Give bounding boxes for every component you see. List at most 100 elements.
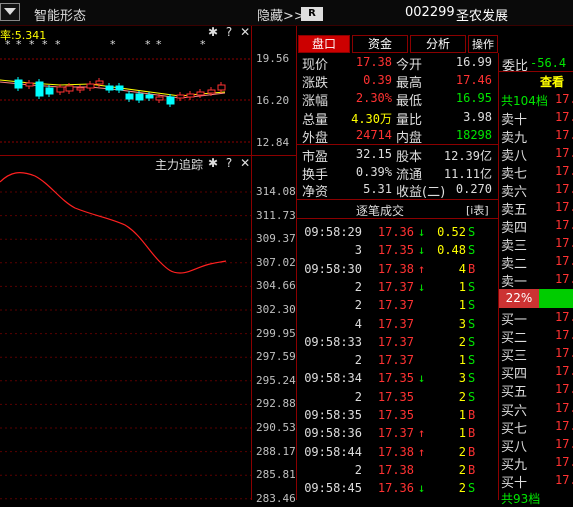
trade-row: 09:58:45 17.36 ↓ 2 S [300, 481, 496, 499]
trade-volume: 2 [458, 462, 466, 477]
trade-price: 17.35 [377, 243, 414, 258]
candle [45, 87, 54, 95]
trade-time: 2 [354, 389, 362, 404]
quote-value: 17.38 [355, 55, 392, 69]
panel-divider [296, 26, 297, 500]
view-button[interactable]: 查看 [540, 73, 564, 90]
sell-level-price: 17.3 [555, 272, 573, 286]
trade-row: 09:58:44 17.38 ↑ 2 B [300, 445, 496, 463]
trade-time: 09:58:36 [304, 426, 362, 441]
trade-arrow-icon: ↑ [418, 444, 426, 459]
trade-row: 09:58:29 17.36 ↓ 0.52 S [300, 225, 496, 243]
trade-time: 2 [354, 279, 362, 294]
sell-level-label: 卖五 [501, 203, 528, 218]
trade-volume: 0.48 [437, 243, 466, 258]
gear-icon[interactable]: ✱ [208, 25, 218, 39]
trade-volume: 2 [458, 334, 466, 349]
trade-price: 17.38 [377, 261, 414, 276]
sell-level-label: 卖三 [501, 239, 528, 254]
trade-row: 2 17.37 1 S [300, 298, 496, 316]
trade-volume: 3 [458, 371, 466, 386]
trade-arrow-icon: ↓ [418, 481, 426, 496]
buy-level-price: 17.3 [555, 436, 573, 451]
buy-level-label: 买一 [501, 313, 528, 328]
hide-button[interactable]: 隐藏>> [257, 5, 305, 24]
trade-volume: 2 [458, 389, 466, 404]
gear-icon[interactable]: ✱ [208, 156, 218, 170]
candles [14, 77, 226, 107]
candle [25, 82, 34, 87]
tab-caozuo[interactable]: 操作 [468, 35, 498, 53]
buy-level-price: 17.3 [555, 400, 573, 415]
lower-axis-label: 292.88 [256, 397, 296, 411]
sell-total-price: 17.4 [555, 92, 573, 106]
lower-axis-label: 309.37 [256, 232, 296, 246]
trades-title: 逐笔成交 [356, 204, 405, 218]
trade-side: S [468, 353, 476, 368]
lower-axis-label: 290.53 [256, 421, 296, 434]
help-icon[interactable]: ? [226, 25, 232, 39]
lower-axis-label: 304.66 [256, 279, 296, 293]
sell-level-price: 17.4 [555, 110, 573, 124]
tab-pankou[interactable]: 盘口 [298, 35, 350, 53]
trade-time: 2 [354, 353, 362, 368]
lower-axis-label: 307.02 [256, 255, 296, 269]
trade-price: 17.37 [377, 279, 414, 294]
buy-level-price: 17.3 [555, 454, 573, 469]
help-icon[interactable]: ? [226, 156, 232, 170]
ratio-value: -56.4 [530, 56, 567, 70]
buy-level-label: 买五 [501, 385, 528, 401]
dropdown-button[interactable] [0, 3, 20, 21]
trade-time: 2 [354, 462, 362, 477]
candle [207, 89, 216, 94]
tab-zijin[interactable]: 资金 [352, 35, 408, 53]
trade-volume: 1 [458, 408, 466, 422]
close-icon[interactable]: ✕ [240, 156, 250, 170]
trade-price: 17.36 [377, 225, 414, 239]
sell-total: 共104档 [501, 94, 548, 108]
trade-time: 09:58:33 [304, 334, 362, 349]
quote-value: 4.30万 [351, 111, 392, 126]
trade-volume: 1 [458, 426, 466, 441]
candle [65, 85, 74, 92]
sell-level-price: 17.3 [555, 254, 573, 268]
trade-row: 09:58:33 17.37 2 S [300, 335, 496, 353]
trade-time: 09:58:34 [304, 371, 362, 386]
sell-level-price: 17.4 [555, 200, 573, 214]
trade-side: B [468, 462, 476, 477]
fundamental-value: 32.15 [355, 147, 392, 161]
lower-axis-label: 302.30 [256, 303, 296, 316]
buy-level-price: 17.3 [555, 382, 573, 397]
lower-axis-label: 288.17 [256, 444, 296, 458]
trade-time: 3 [354, 243, 362, 258]
trade-price: 17.38 [377, 444, 414, 459]
quote-label: 内盘 [396, 130, 423, 146]
candle [14, 79, 23, 89]
lower-axis-label: 295.24 [256, 373, 296, 387]
trade-row: 2 17.35 2 S [300, 390, 496, 408]
fundamental-label: 市盈 [302, 150, 329, 165]
close-icon[interactable]: ✕ [240, 25, 250, 39]
fundamental-value: 12.39亿 [443, 149, 492, 163]
buy-level-label: 买九 [501, 457, 528, 473]
buy-level-price: 17.3 [555, 310, 573, 324]
fundamental-value: 0.39% [355, 164, 392, 179]
candle [86, 83, 95, 89]
buy-level-price: 17.3 [555, 418, 573, 433]
buy-level-price: 17.3 [555, 364, 573, 379]
trade-arrow-icon: ↑ [418, 426, 426, 441]
trade-row: 09:58:36 17.37 ↑ 1 B [300, 426, 496, 444]
lower-axis-label: 314.08 [256, 185, 296, 198]
tab-fenxi[interactable]: 分析 [410, 35, 466, 53]
percent-bar: 22% [499, 289, 539, 308]
candle [166, 96, 175, 105]
sell-level-label: 卖九 [501, 131, 528, 146]
sell-level-price: 17.4 [555, 182, 573, 196]
upper-panel-icons: ✱ ? ✕ [208, 25, 250, 39]
candle [76, 87, 85, 91]
candle [196, 91, 205, 96]
quote-label: 量比 [396, 112, 423, 128]
trades-toggle-button[interactable]: [i表] [466, 202, 489, 218]
trade-row: 09:58:30 17.38 ↑ 4 B [300, 262, 496, 280]
candlestick-chart [0, 58, 251, 143]
